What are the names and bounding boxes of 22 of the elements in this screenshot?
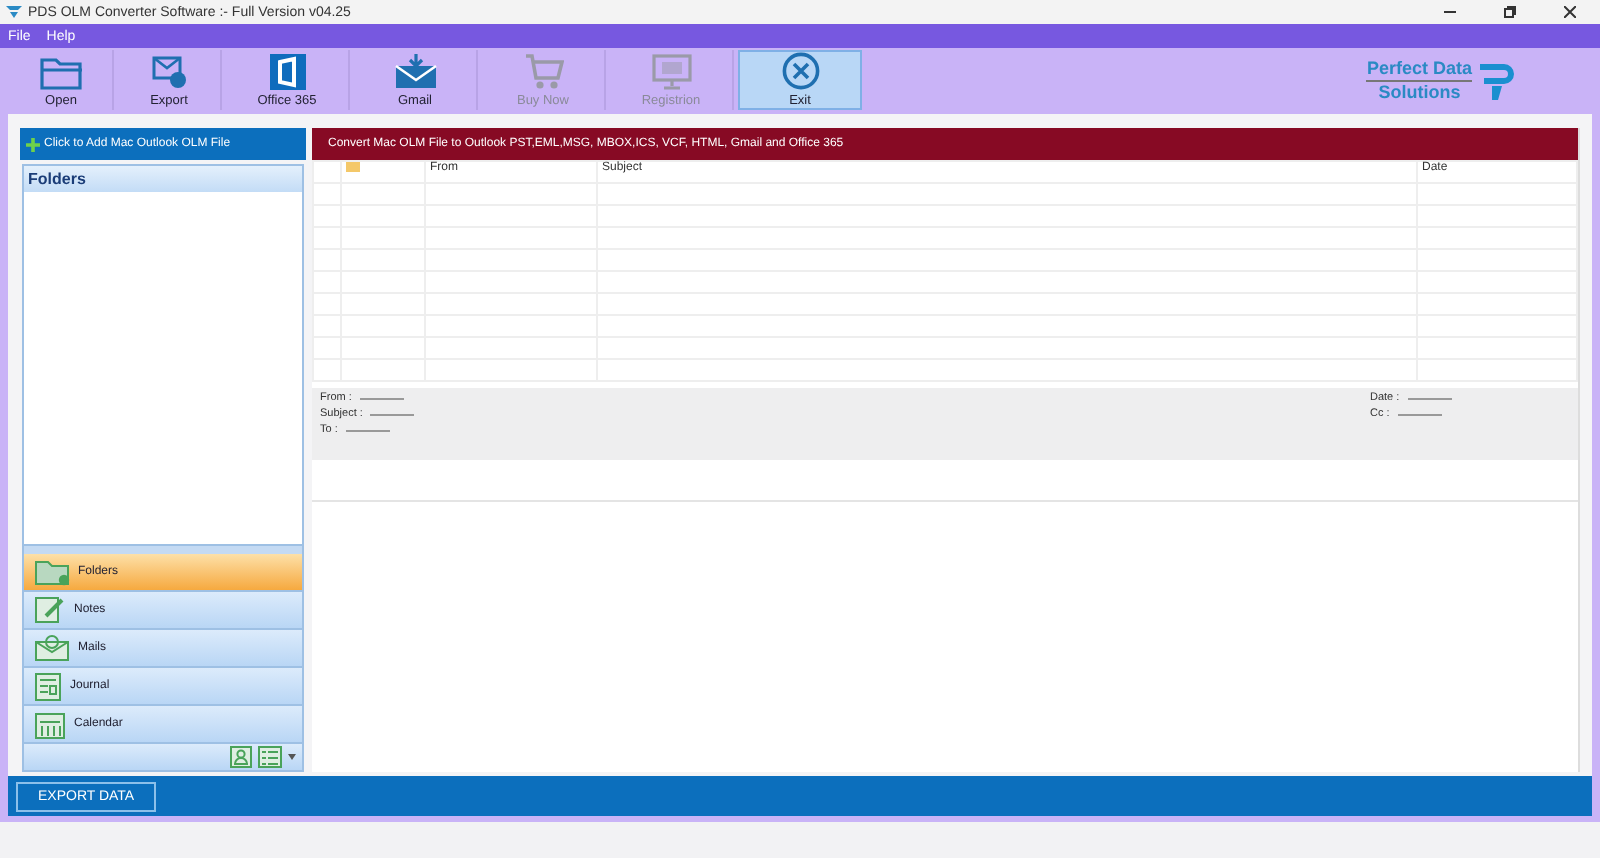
task-list-icon[interactable] (258, 746, 282, 769)
minimize-icon[interactable] (1444, 6, 1456, 18)
calendar-icon (34, 709, 66, 740)
plus-icon (26, 137, 40, 151)
logo-text: Perfect Data (1366, 58, 1472, 82)
office-icon (269, 53, 305, 89)
monitor-icon (651, 53, 691, 89)
folder-icon (34, 558, 70, 587)
restore-icon[interactable] (1504, 6, 1516, 18)
close-icon (781, 52, 819, 90)
logo-mark-icon (1476, 58, 1520, 102)
app-logo-icon (6, 6, 22, 18)
dropdown-icon[interactable] (288, 754, 296, 761)
close-icon[interactable] (1564, 6, 1576, 18)
cart-icon (523, 53, 563, 89)
notes-icon (34, 596, 66, 625)
logo-text: Solutions (1378, 82, 1461, 102)
journal-icon (34, 671, 62, 702)
folder-icon (39, 53, 83, 89)
folders-header: Folders (24, 166, 302, 192)
export-icon (151, 53, 187, 89)
contact-icon[interactable] (230, 746, 252, 769)
